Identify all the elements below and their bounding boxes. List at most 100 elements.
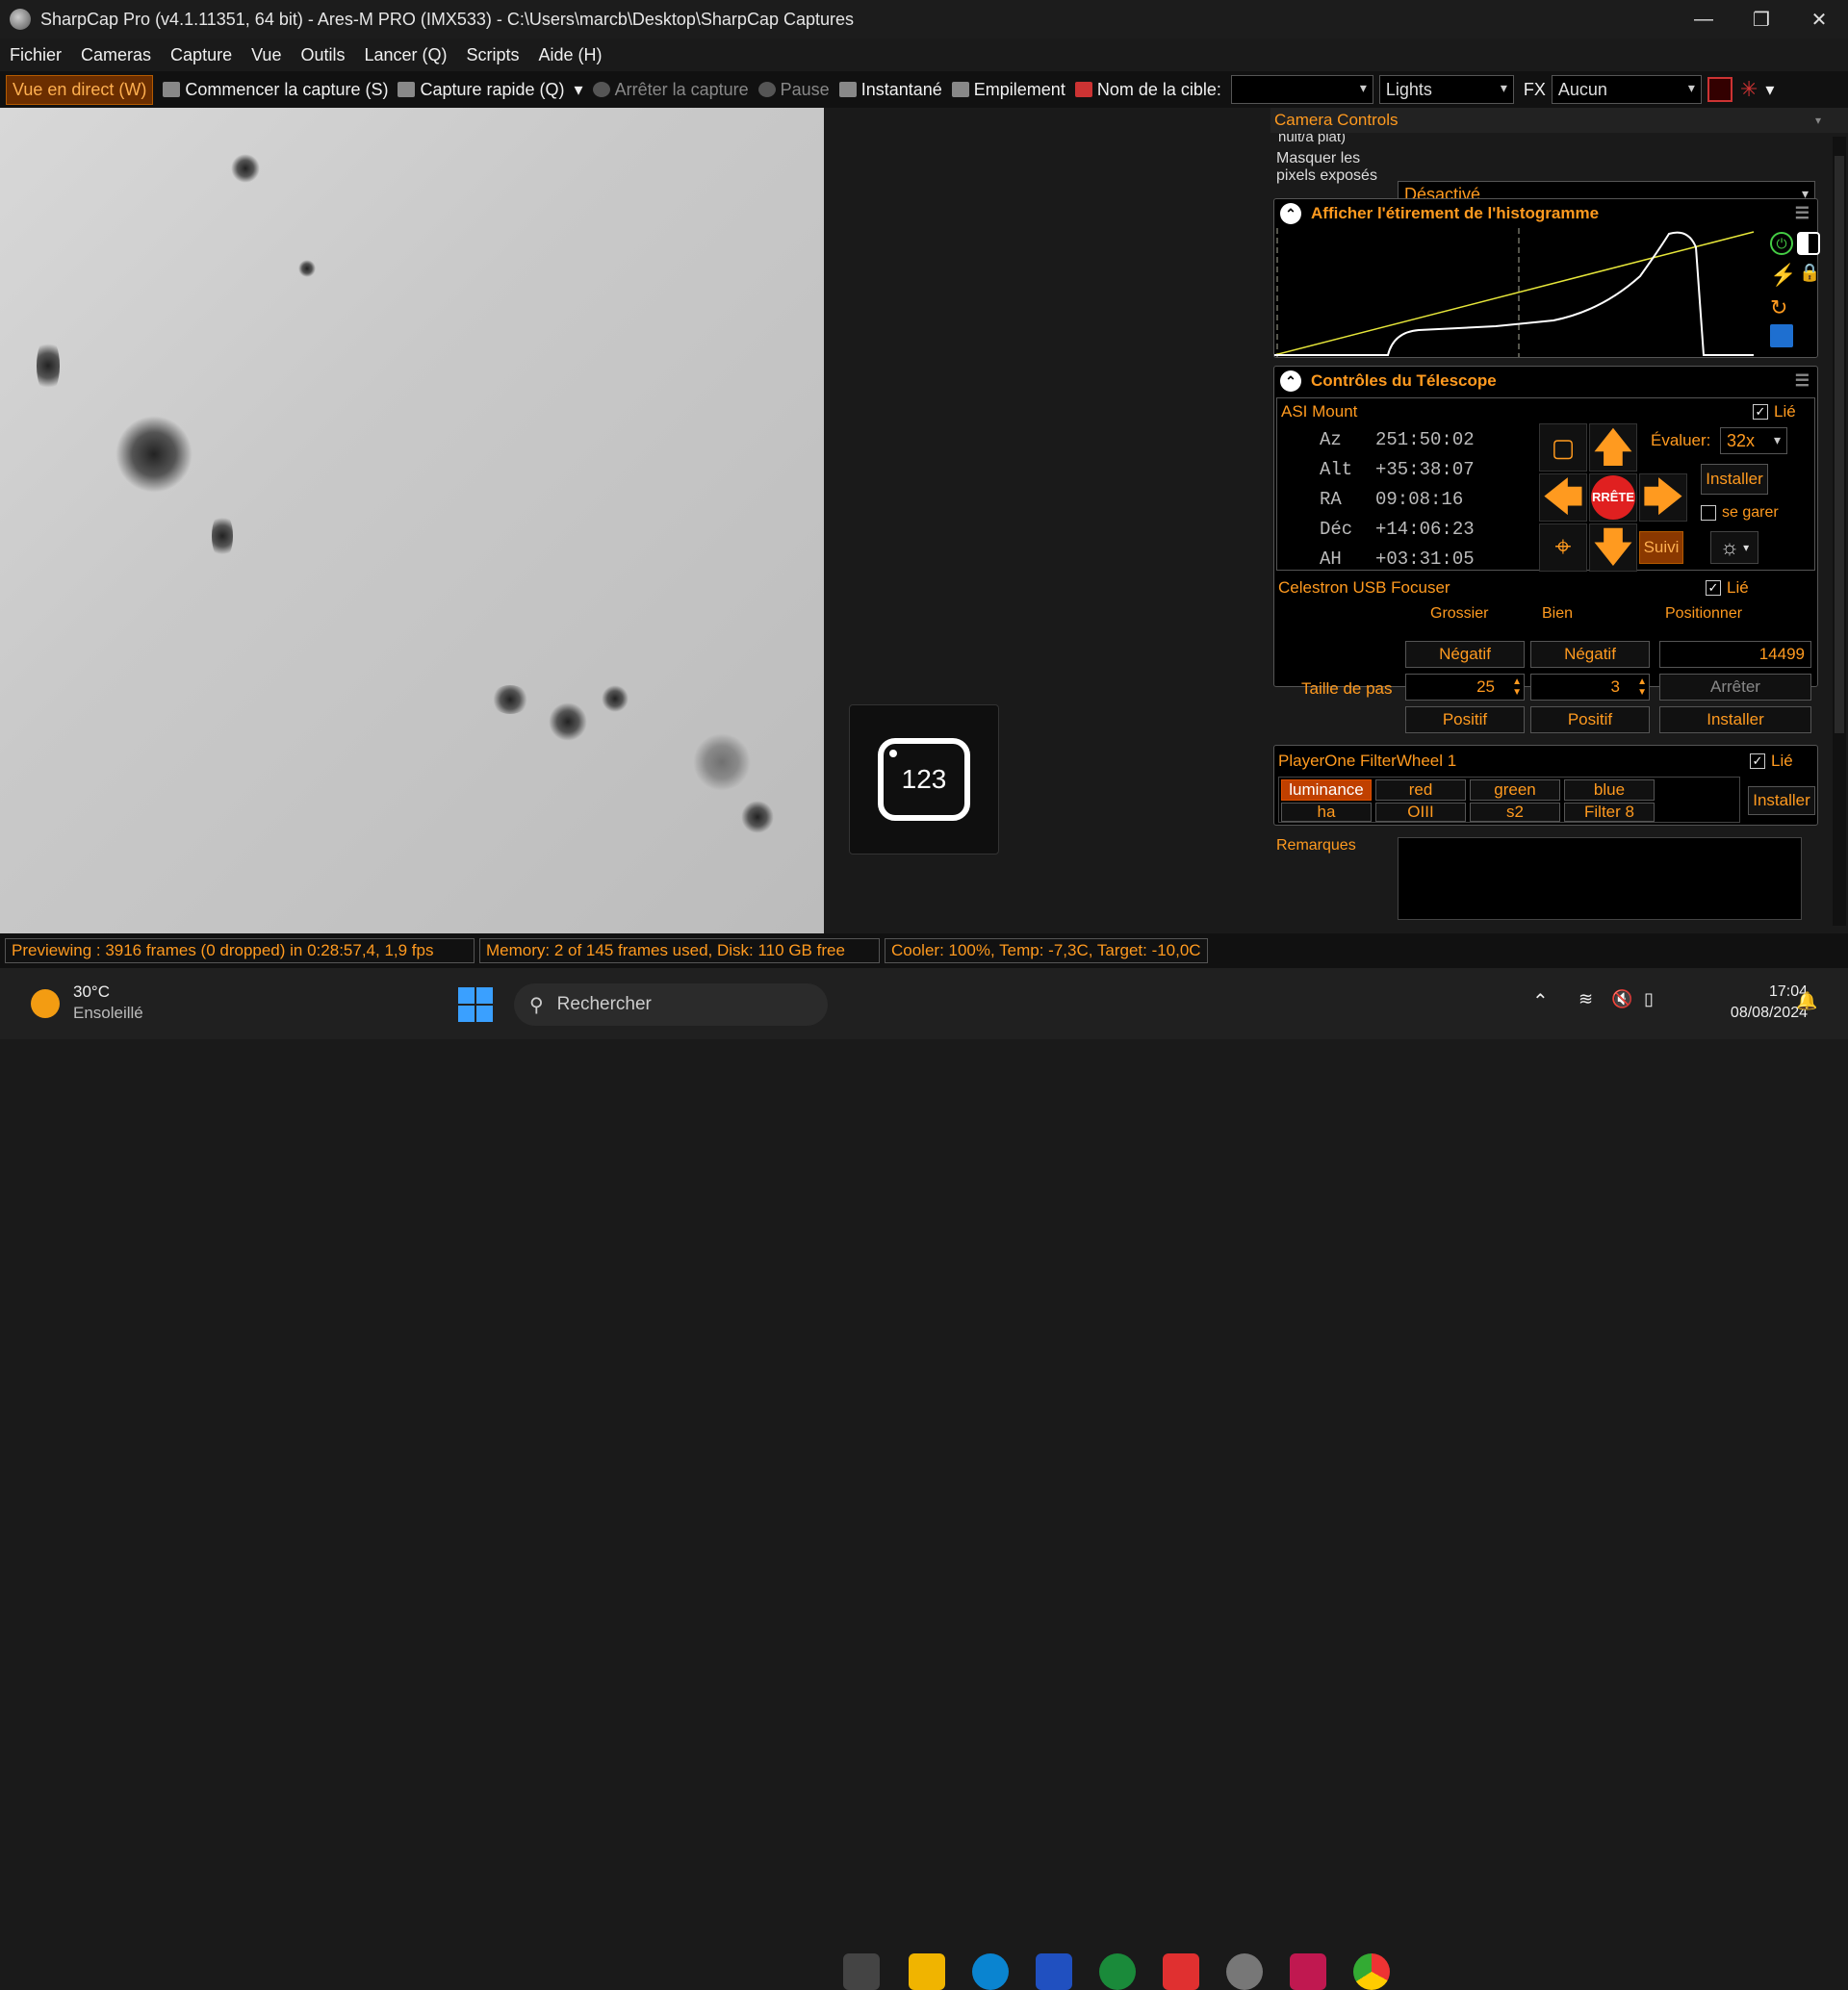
anydesk-icon[interactable] (1163, 1953, 1199, 1990)
crosshair-icon[interactable]: ⌖ (1539, 523, 1587, 572)
az-label: Az (1320, 429, 1342, 450)
coarse-negative-button[interactable]: Négatif (1405, 641, 1525, 668)
sharpcap-taskbar-icon[interactable] (1226, 1953, 1263, 1990)
windows-start-icon[interactable] (458, 987, 493, 1022)
start-capture-button[interactable]: Commencer la capture (S) (163, 80, 388, 100)
contrast-icon[interactable] (1797, 232, 1820, 255)
taskbar-search[interactable]: ⚲ Rechercher (514, 983, 828, 1026)
menu-capture[interactable]: Capture (170, 45, 232, 65)
star-icon[interactable]: ✳ (1740, 77, 1758, 102)
focuser-install-button[interactable]: Installer (1659, 706, 1811, 733)
arrow-left-icon[interactable]: 🡄 (1539, 473, 1587, 522)
menu-vue[interactable]: Vue (251, 45, 281, 65)
filter-red[interactable]: red (1375, 779, 1466, 801)
save-icon[interactable] (1770, 324, 1793, 347)
collapse-icon[interactable]: ⌃ (1280, 370, 1301, 392)
filter-oiii[interactable]: OIII (1375, 803, 1466, 822)
filter-ha[interactable]: ha (1281, 803, 1372, 822)
filterwheel-install-button[interactable]: Installer (1748, 786, 1815, 815)
lock-icon[interactable]: 🔒 (1799, 263, 1820, 283)
filter-green[interactable]: green (1470, 779, 1560, 801)
stop-capture-button[interactable]: Arrêter la capture (592, 80, 749, 100)
focuser-stop-button[interactable]: Arrêter (1659, 674, 1811, 701)
file-explorer-icon[interactable] (909, 1953, 945, 1990)
red-mode-icon[interactable] (1707, 77, 1732, 102)
stepper-arrows-icon[interactable]: ▲ ▼ (1637, 676, 1647, 698)
menu-aide[interactable]: Aide (H) (539, 45, 603, 65)
notes-textarea[interactable] (1398, 837, 1802, 920)
arrow-down-icon[interactable]: 🡇 (1589, 523, 1637, 572)
filterwheel-linked-checkbox[interactable]: ✓ Lié (1750, 752, 1793, 771)
ocr-overlay[interactable]: 123 (849, 704, 999, 855)
sun-weather-icon[interactable] (31, 989, 60, 1018)
live-image[interactable] (0, 108, 824, 933)
frame-type-combo[interactable]: Lights (1378, 75, 1514, 104)
filter-8[interactable]: Filter 8 (1564, 803, 1655, 822)
park-checkbox[interactable]: se garer (1701, 504, 1779, 522)
quick-capture-button[interactable]: Capture rapide (Q) ▾ (398, 80, 583, 100)
tracking-button[interactable]: Suivi (1639, 531, 1683, 564)
stepper-arrows-icon[interactable]: ▲ ▼ (1512, 676, 1522, 698)
edge-icon[interactable] (972, 1953, 1009, 1990)
fine-step-stepper[interactable]: 3 ▲ ▼ (1530, 674, 1650, 701)
stop-label: RRÊTE (1591, 475, 1635, 520)
target-name-combo[interactable] (1230, 75, 1373, 104)
chevron-down-icon[interactable]: ▾ (1765, 80, 1774, 100)
histogram-chart[interactable] (1274, 228, 1756, 357)
collapse-icon[interactable]: ⌃ (1280, 203, 1301, 224)
wifi-icon[interactable]: ≋ (1578, 989, 1593, 1009)
menu-outils[interactable]: Outils (300, 45, 345, 65)
live-view-button[interactable]: Vue en direct (W) (6, 74, 154, 105)
filter-blue[interactable]: blue (1564, 779, 1655, 801)
telescope-header[interactable]: ⌃ Contrôles du Télescope ☰ (1274, 367, 1817, 395)
power-icon[interactable]: ⏻ (1770, 232, 1793, 255)
arrow-right-icon[interactable]: 🡆 (1639, 473, 1687, 522)
restore-button[interactable]: ❐ (1732, 0, 1790, 38)
close-button[interactable]: ✕ (1790, 0, 1848, 38)
store-icon[interactable] (1036, 1953, 1072, 1990)
scrollbar-thumb[interactable] (1835, 156, 1844, 733)
fine-positive-button[interactable]: Positif (1530, 706, 1650, 733)
lightning-icon[interactable]: ⚡ (1770, 263, 1796, 288)
minimize-button[interactable]: — (1675, 0, 1732, 38)
position-field[interactable]: 14499 (1659, 641, 1811, 668)
fx-combo[interactable]: Aucun (1551, 75, 1702, 104)
coarse-positive-button[interactable]: Positif (1405, 706, 1525, 733)
coarse-step-stepper[interactable]: 25 ▲ ▼ (1405, 674, 1525, 701)
chevron-up-icon[interactable]: ⌃ (1532, 989, 1549, 1013)
pause-icon (757, 82, 776, 97)
sun-icon[interactable]: ☼ ▾ (1710, 531, 1758, 564)
notifications-icon[interactable]: 🔔 (1796, 991, 1817, 1011)
filter-s2[interactable]: s2 (1470, 803, 1560, 822)
mount-linked-checkbox[interactable]: ✓ Lié (1753, 402, 1796, 421)
menu-cameras[interactable]: Cameras (81, 45, 151, 65)
fine-negative-button[interactable]: Négatif (1530, 641, 1650, 668)
menu-icon[interactable]: ☰ (1795, 204, 1810, 223)
chevron-down-icon[interactable]: ▾ (1815, 114, 1821, 127)
snapshot-button[interactable]: Instantané (838, 80, 942, 100)
task-view-icon[interactable] (843, 1953, 880, 1990)
filter-luminance[interactable]: luminance (1281, 779, 1372, 801)
mount-install-button[interactable]: Installer (1701, 464, 1768, 495)
clock[interactable]: 17:04 08/08/2024 (1692, 982, 1808, 1024)
focuser-linked-checkbox[interactable]: ✓ Lié (1706, 578, 1749, 598)
menu-scripts[interactable]: Scripts (467, 45, 520, 65)
stacking-button[interactable]: Empilement (951, 80, 1065, 100)
pause-button[interactable]: Pause (757, 80, 830, 100)
battery-icon[interactable]: ▯ (1644, 989, 1654, 1009)
arrow-up-icon[interactable]: 🡅 (1589, 423, 1637, 472)
histogram-header[interactable]: ⌃ Afficher l'étirement de l'histogramme … (1274, 199, 1817, 228)
rate-combo[interactable]: 32x (1720, 427, 1787, 454)
stop-button[interactable]: RRÊTE (1589, 473, 1637, 522)
goto-icon[interactable]: ▢ (1539, 423, 1587, 472)
panel-scrollbar[interactable] (1833, 137, 1846, 926)
chevron-down-icon[interactable]: ▾ (575, 80, 583, 100)
app-taskbar-icon[interactable] (1290, 1953, 1326, 1990)
volume-muted-icon[interactable]: 🔇 (1611, 989, 1632, 1009)
menu-lancer[interactable]: Lancer (Q) (364, 45, 447, 65)
menu-fichier[interactable]: Fichier (10, 45, 62, 65)
reset-icon[interactable]: ↻ (1770, 295, 1787, 320)
chrome-icon[interactable] (1353, 1953, 1390, 1990)
phd-icon[interactable] (1099, 1953, 1136, 1990)
menu-icon[interactable]: ☰ (1795, 371, 1810, 391)
